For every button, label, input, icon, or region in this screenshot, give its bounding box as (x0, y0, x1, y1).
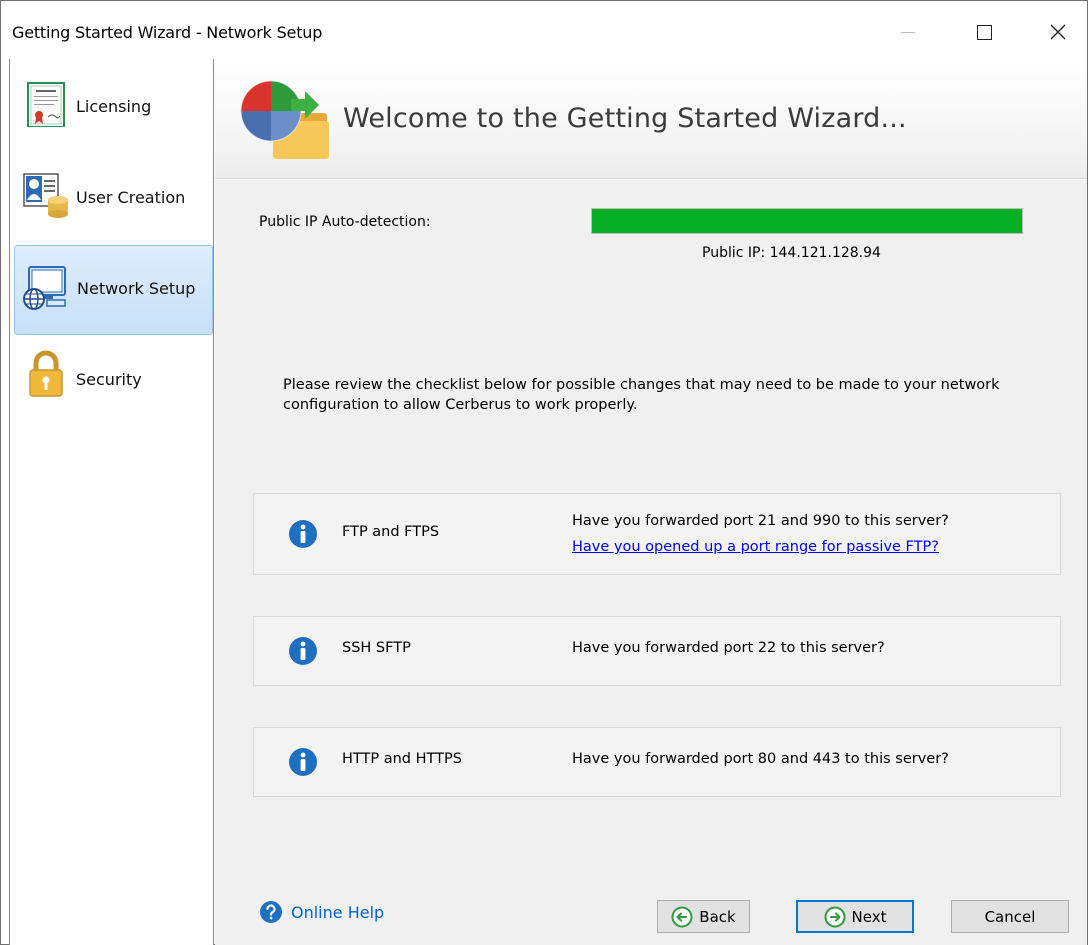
back-button-label: Back (699, 907, 736, 926)
checklist-item-name: FTP and FTPS (342, 524, 440, 540)
info-icon (289, 520, 317, 548)
intro-text: Please review the checklist below for po… (283, 377, 1000, 413)
sidebar-item-label: User Creation (76, 188, 186, 207)
sidebar-item-label: Security (76, 370, 142, 389)
minimize-icon (901, 31, 915, 33)
sidebar-item-user-creation[interactable]: User Creation (14, 154, 213, 244)
padlock-icon (29, 350, 63, 397)
next-button-label: Next (851, 907, 887, 926)
wizard-header: Welcome to the Getting Started Wizard... (215, 59, 1087, 179)
wizard-window: Getting Started Wizard - Network Setup L… (0, 0, 1088, 945)
checklist-item-ssh: SSH SFTP Have you forwarded port 22 to t… (253, 616, 1061, 686)
checklist-item-question: Have you forwarded port 22 to this serve… (572, 640, 885, 656)
help-icon (260, 901, 282, 923)
maximize-icon (976, 24, 992, 40)
wizard-content: Public IP Auto-detection: Public IP: 144… (215, 180, 1087, 945)
checklist-item-question: Have you forwarded port 21 and 990 to th… (572, 513, 949, 529)
online-help-label: Online Help (291, 902, 385, 922)
next-button[interactable]: Next (796, 900, 914, 933)
window-title: Getting Started Wizard - Network Setup (12, 23, 323, 42)
user-database-icon (23, 173, 68, 218)
page-title: Welcome to the Getting Started Wizard... (343, 103, 907, 134)
sidebar-item-network-setup[interactable]: Network Setup (14, 245, 213, 335)
checklist-item-name: SSH SFTP (342, 640, 411, 656)
title-bar: Getting Started Wizard - Network Setup (1, 1, 1087, 59)
checklist-item-name: HTTP and HTTPS (342, 751, 462, 767)
public-ip-label: Public IP Auto-detection: (259, 214, 431, 230)
info-icon (289, 637, 317, 665)
sidebar-item-security[interactable]: Security (14, 337, 213, 427)
close-icon (1050, 24, 1066, 40)
online-help-link[interactable]: Online Help (259, 900, 384, 924)
checklist-item-question: Have you forwarded port 80 and 443 to th… (572, 751, 949, 767)
checklist-item-ftp: FTP and FTPS Have you forwarded port 21 … (253, 493, 1061, 575)
public-ip-value: Public IP: 144.121.128.94 (702, 245, 881, 261)
arrow-left-icon (671, 906, 693, 927)
info-icon (289, 748, 317, 776)
ip-detection-progress (591, 208, 1023, 234)
wizard-logo-icon (240, 80, 329, 159)
cancel-button[interactable]: Cancel (951, 900, 1069, 933)
cancel-button-label: Cancel (984, 907, 1036, 926)
sidebar-item-label: Network Setup (77, 279, 196, 298)
minimize-button[interactable] (879, 9, 937, 55)
close-button[interactable] (1029, 9, 1087, 55)
checklist-item-http: HTTP and HTTPS Have you forwarded port 8… (253, 727, 1061, 797)
maximize-button[interactable] (955, 9, 1013, 55)
wizard-sidebar: Licensing User Creation Network Setup Se… (9, 59, 214, 945)
sidebar-item-licensing[interactable]: Licensing (14, 61, 213, 151)
sidebar-item-label: Licensing (76, 97, 152, 116)
progress-fill (592, 209, 1022, 233)
passive-ftp-link[interactable]: Have you opened up a port range for pass… (572, 539, 939, 555)
back-button[interactable]: Back (657, 900, 750, 933)
arrow-right-icon (824, 906, 846, 927)
network-globe-icon (23, 266, 66, 310)
certificate-icon (27, 82, 65, 127)
